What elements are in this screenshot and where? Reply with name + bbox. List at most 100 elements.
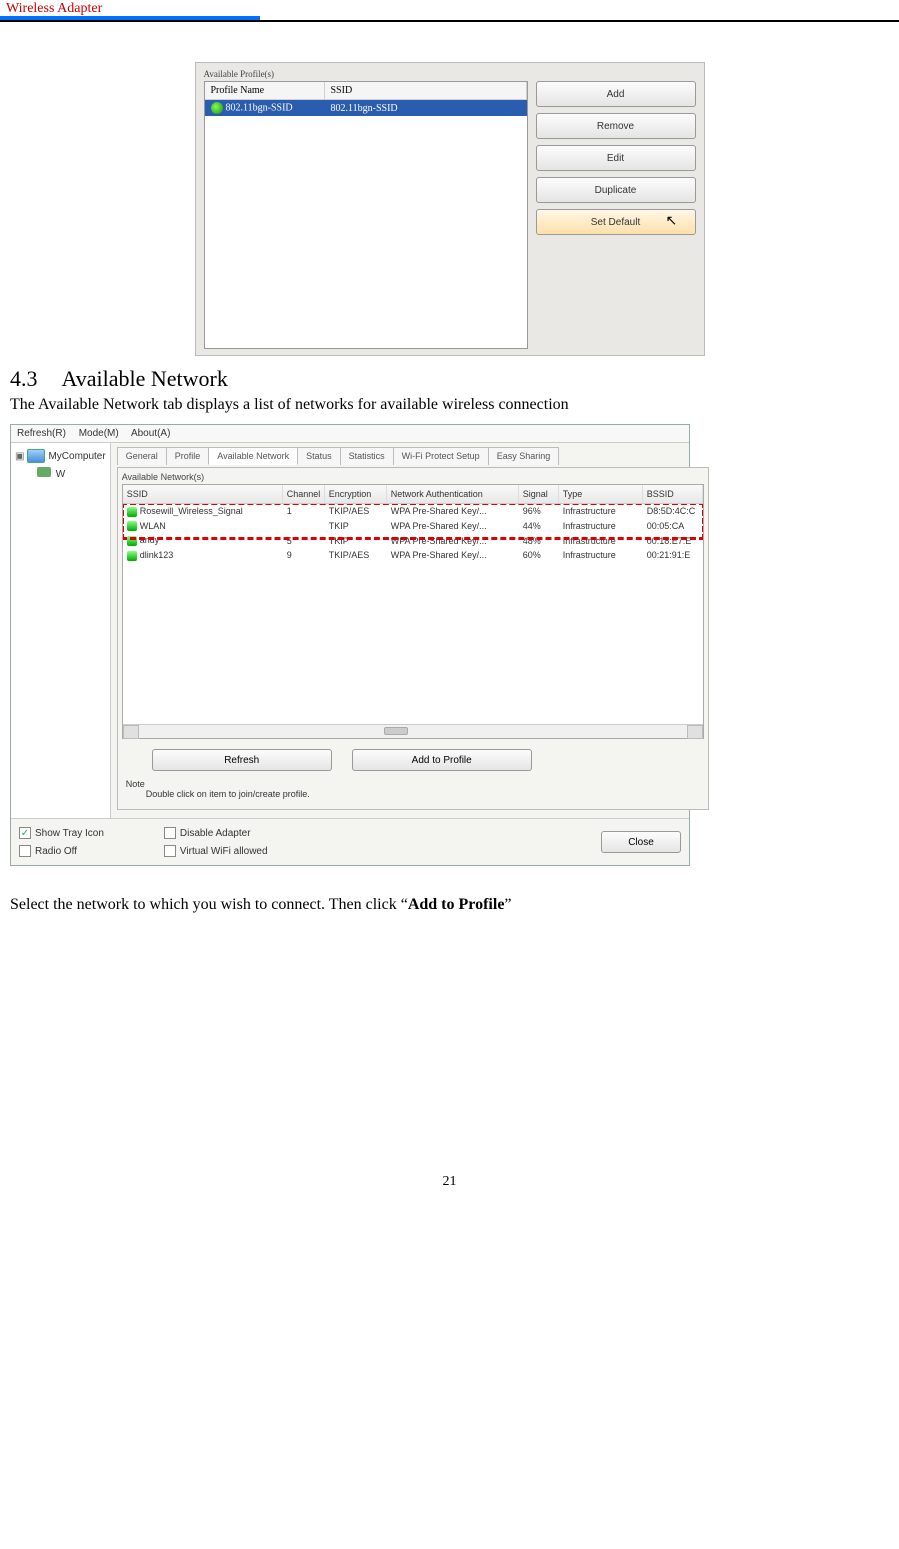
tab-bar: General Profile Available Network Status… (117, 447, 709, 465)
main-pane: General Profile Available Network Status… (111, 443, 715, 818)
checkbox-unchecked-icon (19, 845, 31, 857)
add-button[interactable]: Add (536, 81, 696, 107)
add-to-profile-button[interactable]: Add to Profile (352, 749, 532, 771)
cell-ssid: dlink123 (140, 550, 174, 560)
network-row[interactable]: dlink123 9 TKIP/AES WPA Pre-Shared Key/.… (123, 548, 703, 563)
profile-name-value: 802.11bgn-SSID (226, 102, 293, 113)
signal-icon (127, 521, 137, 531)
profile-list[interactable]: Profile Name SSID 802.11bgn-SSID 802.11b… (204, 81, 528, 349)
tree-collapse-icon[interactable]: ▣ (15, 451, 24, 462)
cell-channel: 1 (283, 504, 325, 518)
horizontal-scrollbar[interactable] (123, 724, 703, 738)
tree-child-label: W (56, 469, 65, 480)
note-box: Note Double click on item to join/create… (122, 777, 704, 805)
signal-icon (127, 507, 137, 517)
hdr-signal[interactable]: Signal (519, 485, 559, 503)
checkbox-unchecked-icon (164, 827, 176, 839)
cell-signal: 60% (519, 548, 559, 562)
cell-channel (283, 524, 325, 528)
tab-status[interactable]: Status (297, 447, 341, 465)
cell-ssid: Rosewill_Wireless_Signal (140, 506, 243, 516)
checkbox-group: ✓ Show Tray Icon Radio Off Disable Adapt… (19, 827, 268, 857)
edit-button[interactable]: Edit (536, 145, 696, 171)
tab-statistics[interactable]: Statistics (340, 447, 394, 465)
show-tray-checkbox[interactable]: ✓ Show Tray Icon (19, 827, 104, 839)
networks-group: Available Network(s) SSID Channel Encryp… (117, 467, 709, 810)
tab-wps[interactable]: Wi-Fi Protect Setup (393, 447, 489, 465)
tree-child[interactable]: W (37, 467, 106, 480)
note-title: Note (126, 779, 700, 789)
network-row[interactable]: WLAN TKIP WPA Pre-Shared Key/... 44% Inf… (123, 519, 703, 534)
profiles-panel: Available Profile(s) Profile Name SSID 8… (195, 62, 705, 356)
section-heading: 4.3Available Network (10, 366, 889, 392)
close-button[interactable]: Close (601, 831, 681, 853)
tree-root-label: MyComputer (48, 451, 105, 462)
cell-encryption: TKIP (325, 534, 387, 548)
cell-type: Infrastructure (559, 548, 643, 562)
cell-bssid: D8:5D:4C:C (643, 504, 703, 518)
hdr-ssid[interactable]: SSID (123, 485, 283, 503)
signal-icon (127, 536, 137, 546)
network-row[interactable]: Rosewill_Wireless_Signal 1 TKIP/AES WPA … (123, 504, 703, 519)
cell-encryption: TKIP (325, 519, 387, 533)
disable-adapter-label: Disable Adapter (180, 828, 251, 839)
tab-profile[interactable]: Profile (166, 447, 210, 465)
remove-button[interactable]: Remove (536, 113, 696, 139)
disable-adapter-checkbox[interactable]: Disable Adapter (164, 827, 268, 839)
menu-refresh[interactable]: Refresh(R) (17, 428, 66, 439)
menu-bar: Refresh(R) Mode(M) About(A) (11, 425, 689, 443)
checkbox-unchecked-icon (164, 845, 176, 857)
cell-signal: 96% (519, 504, 559, 518)
profile-list-header: Profile Name SSID (205, 82, 527, 100)
section-intro: The Available Network tab displays a lis… (10, 396, 889, 414)
menu-about[interactable]: About(A) (131, 428, 170, 439)
tree-pane: ▣ MyComputer W (11, 443, 111, 818)
tab-general[interactable]: General (117, 447, 167, 465)
radio-off-checkbox[interactable]: Radio Off (19, 845, 104, 857)
checkbox-checked-icon: ✓ (19, 827, 31, 839)
page-header: Wireless Adapter (0, 0, 899, 22)
cell-auth: WPA Pre-Shared Key/... (387, 548, 519, 562)
hdr-bssid[interactable]: BSSID (643, 485, 703, 503)
utility-window: Refresh(R) Mode(M) About(A) ▣ MyComputer… (10, 424, 690, 866)
cell-ssid: WLAN (140, 521, 166, 531)
tree-root[interactable]: ▣ MyComputer (15, 449, 106, 463)
menu-mode[interactable]: Mode(M) (79, 428, 119, 439)
hdr-type[interactable]: Type (559, 485, 643, 503)
network-row[interactable]: andy 5 TKIP WPA Pre-Shared Key/... 48% I… (123, 533, 703, 548)
show-tray-label: Show Tray Icon (35, 828, 104, 839)
section-number: 4.3 (10, 366, 38, 391)
bottom-bar: ✓ Show Tray Icon Radio Off Disable Adapt… (11, 818, 689, 865)
profile-ssid-value: 802.11bgn-SSID (325, 101, 404, 116)
refresh-button[interactable]: Refresh (152, 749, 332, 771)
cell-bssid: 00:21:91:E (643, 548, 703, 562)
virtual-wifi-checkbox[interactable]: Virtual WiFi allowed (164, 845, 268, 857)
scrollbar-thumb[interactable] (384, 727, 408, 735)
networks-table: SSID Channel Encryption Network Authenti… (122, 484, 704, 739)
cell-encryption: TKIP/AES (325, 504, 387, 518)
radio-off-label: Radio Off (35, 846, 77, 857)
cell-signal: 48% (519, 534, 559, 548)
cell-type: Infrastructure (559, 519, 643, 533)
col-profile-name: Profile Name (205, 82, 325, 99)
computer-icon (27, 449, 45, 463)
cell-type: Infrastructure (559, 504, 643, 518)
cell-type: Infrastructure (559, 534, 643, 548)
cell-signal: 44% (519, 519, 559, 533)
networks-body[interactable]: Rosewill_Wireless_Signal 1 TKIP/AES WPA … (123, 504, 703, 724)
duplicate-button[interactable]: Duplicate (536, 177, 696, 203)
cell-auth: WPA Pre-Shared Key/... (387, 534, 519, 548)
adapter-icon (37, 467, 51, 477)
cell-auth: WPA Pre-Shared Key/... (387, 504, 519, 518)
hdr-auth[interactable]: Network Authentication (387, 485, 519, 503)
tab-easy-sharing[interactable]: Easy Sharing (488, 447, 560, 465)
note-text: Double click on item to join/create prof… (146, 789, 700, 799)
hdr-encryption[interactable]: Encryption (325, 485, 387, 503)
hdr-channel[interactable]: Channel (283, 485, 325, 503)
header-title: Wireless Adapter (0, 1, 102, 17)
profile-row-selected[interactable]: 802.11bgn-SSID 802.11bgn-SSID (205, 100, 527, 116)
profiles-group-label: Available Profile(s) (204, 69, 696, 79)
tab-available-network[interactable]: Available Network (208, 447, 298, 465)
virtual-wifi-label: Virtual WiFi allowed (180, 846, 268, 857)
networks-header: SSID Channel Encryption Network Authenti… (123, 485, 703, 504)
